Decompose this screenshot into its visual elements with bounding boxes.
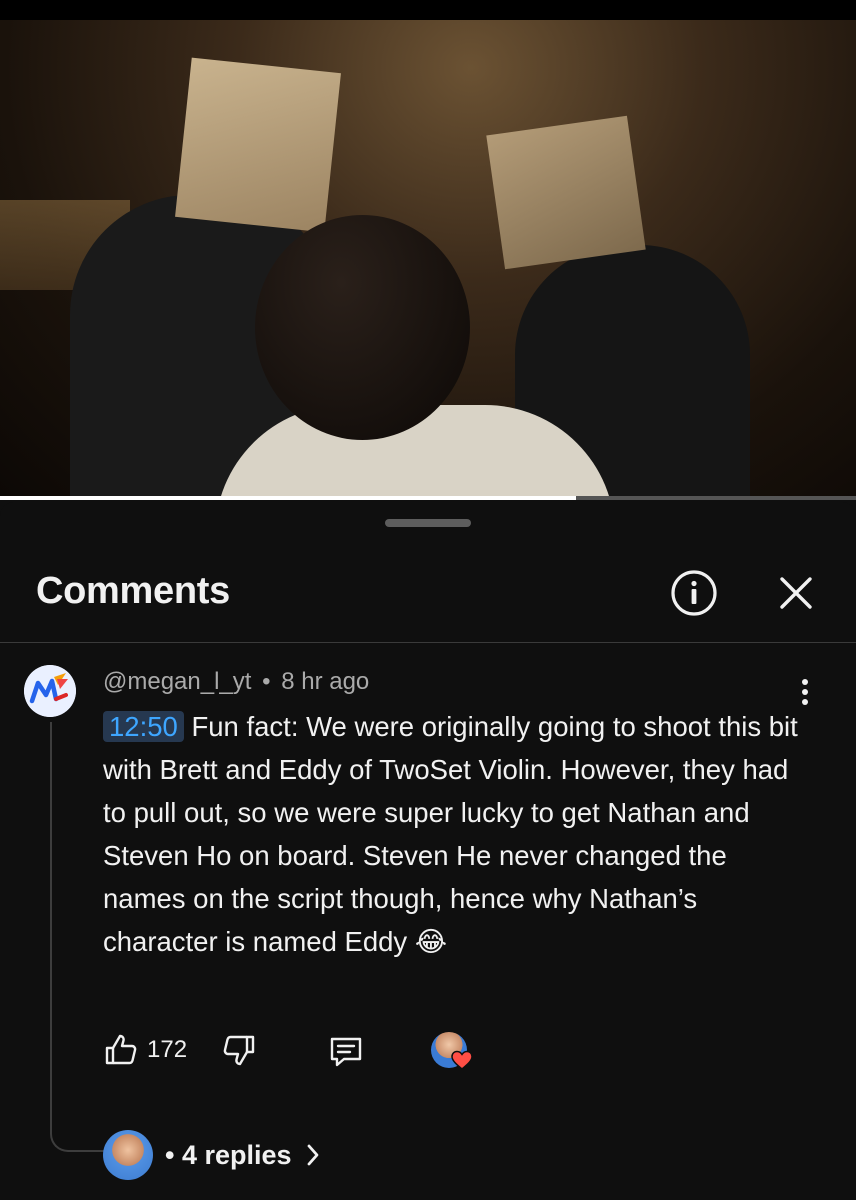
video-frame bbox=[0, 20, 856, 498]
close-icon bbox=[780, 577, 812, 609]
thumbs-up-icon bbox=[105, 1034, 137, 1065]
reply-author-avatar bbox=[103, 1130, 153, 1180]
info-icon bbox=[671, 570, 717, 616]
comment-meta: @megan_l_yt • 8 hr ago bbox=[103, 668, 369, 696]
view-replies-button[interactable]: • 4 replies bbox=[103, 1129, 320, 1181]
thread-connector bbox=[50, 722, 105, 1152]
heart-icon bbox=[451, 1050, 473, 1070]
comment-author[interactable]: @megan_l_yt bbox=[103, 668, 251, 695]
video-scene-paper-bag-right bbox=[486, 115, 646, 270]
channel-logo-icon bbox=[24, 665, 76, 717]
avatar[interactable] bbox=[24, 665, 76, 717]
reply-button[interactable] bbox=[328, 1034, 364, 1075]
comments-title: Comments bbox=[36, 570, 230, 612]
comments-sheet: Comments @megan_l_yt • 8 hr ago 12:50 Fu… bbox=[0, 502, 856, 1200]
more-vertical-icon bbox=[802, 679, 808, 705]
like-count: 172 bbox=[147, 1036, 188, 1063]
like-button[interactable]: 172 bbox=[103, 1032, 187, 1068]
comment-actions: 172 bbox=[103, 1032, 503, 1072]
thumbs-down-icon bbox=[223, 1035, 255, 1066]
comment-text-body: Fun fact: We were originally going to sh… bbox=[103, 711, 798, 957]
info-button[interactable] bbox=[668, 567, 720, 619]
meta-separator: • bbox=[262, 668, 271, 695]
reply-icon bbox=[330, 1037, 362, 1067]
video-progress-bar[interactable] bbox=[0, 496, 856, 500]
drag-handle[interactable] bbox=[385, 519, 471, 527]
dislike-button[interactable] bbox=[221, 1032, 257, 1073]
comment-age: 8 hr ago bbox=[281, 668, 370, 695]
comment-text: 12:50 Fun fact: We were originally going… bbox=[103, 705, 813, 963]
close-button[interactable] bbox=[772, 567, 820, 619]
timestamp-link[interactable]: 12:50 bbox=[103, 711, 184, 742]
chevron-right-icon bbox=[307, 1144, 318, 1166]
video-scene-paper-bag-left bbox=[175, 57, 341, 233]
video-scene-seated-head bbox=[255, 215, 470, 440]
video-progress-fill bbox=[0, 496, 577, 500]
replies-count: • 4 replies bbox=[165, 1139, 292, 1170]
header-divider bbox=[0, 642, 856, 643]
creator-heart-badge bbox=[431, 1032, 475, 1072]
video-player[interactable] bbox=[0, 0, 856, 500]
